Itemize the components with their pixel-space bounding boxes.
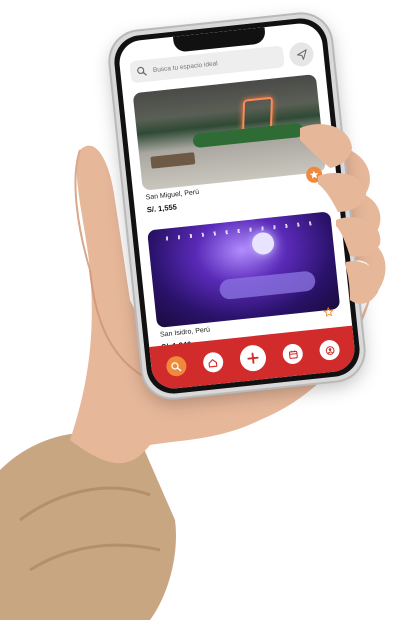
fingers-overlay — [300, 124, 381, 304]
photo-scene: San Miguel, Perú S/. 1,555 — [0, 0, 402, 620]
